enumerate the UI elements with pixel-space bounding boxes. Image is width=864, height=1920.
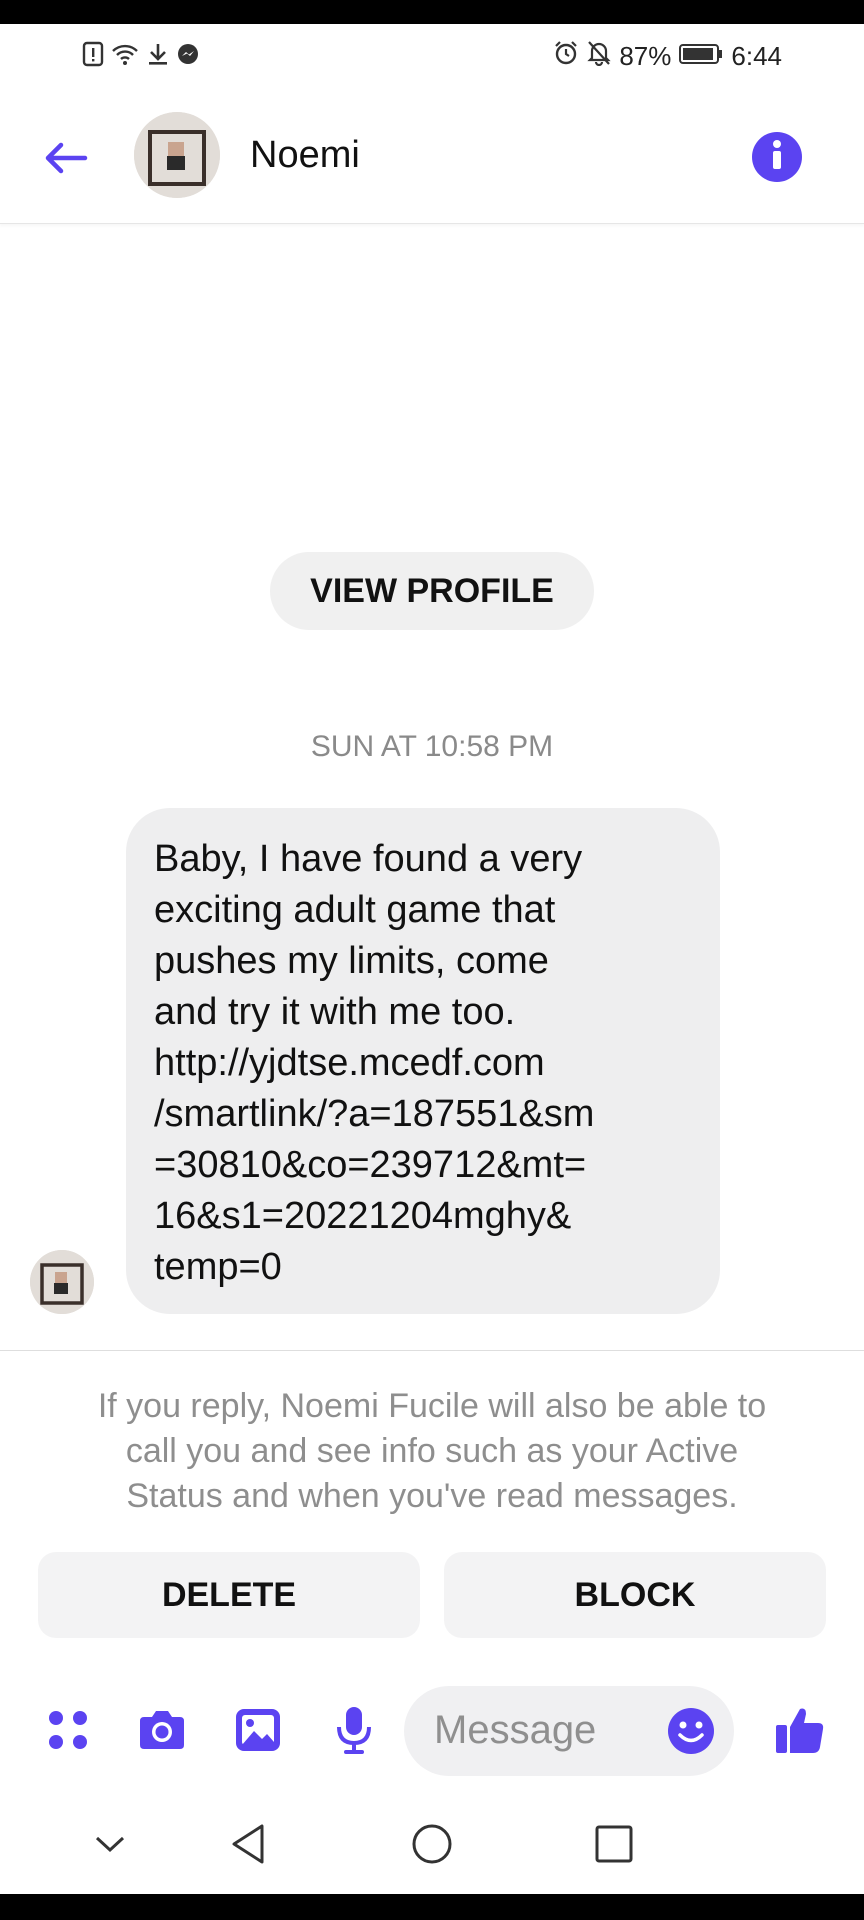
- alert-icon: [82, 41, 104, 72]
- alarm-icon: [553, 40, 579, 73]
- messenger-icon: [176, 42, 200, 71]
- collapse-nav-button[interactable]: [86, 1822, 134, 1870]
- battery-percent: 87%: [619, 40, 672, 71]
- recents-nav-button[interactable]: [590, 1822, 638, 1870]
- notice-line: Status and when you've read messages.: [126, 1477, 738, 1515]
- recents-icon: [594, 1824, 634, 1869]
- mute-icon: [587, 40, 611, 73]
- back-nav-button[interactable]: [224, 1822, 272, 1870]
- block-button[interactable]: BLOCK: [444, 1552, 826, 1638]
- camera-icon: [136, 1707, 188, 1758]
- back-icon: [228, 1822, 268, 1871]
- contact-avatar[interactable]: [134, 112, 220, 198]
- arrow-left-icon: [43, 140, 89, 181]
- bottom-edge: [0, 1894, 864, 1920]
- message-line: =30810&co=239712&mt=: [154, 1144, 587, 1186]
- back-button[interactable]: [36, 130, 96, 190]
- system-navigation-bar: [0, 1800, 864, 1890]
- message-line: 16&s1=20221204mghy&: [154, 1195, 572, 1237]
- clock: 6:44: [731, 40, 782, 71]
- gallery-button[interactable]: [232, 1706, 284, 1758]
- sender-avatar[interactable]: [30, 1250, 94, 1314]
- info-icon: [752, 130, 802, 185]
- collapse-icon: [93, 1833, 127, 1860]
- like-button[interactable]: [774, 1706, 826, 1758]
- message-composer: Message: [0, 1682, 864, 1782]
- top-edge: [0, 0, 864, 24]
- message-bubble[interactable]: Baby, I have found a very exciting adult…: [126, 808, 720, 1314]
- divider: [0, 1350, 864, 1351]
- message-line: /smartlink/?a=187551&sm: [154, 1093, 595, 1135]
- apps-button[interactable]: [42, 1706, 94, 1758]
- conversation-header: Noemi: [0, 90, 864, 224]
- view-profile-button[interactable]: VIEW PROFILE: [270, 552, 594, 630]
- download-icon: [146, 41, 170, 72]
- status-bar: 87% 6:44: [0, 24, 864, 88]
- delete-button[interactable]: DELETE: [38, 1552, 420, 1638]
- home-nav-button[interactable]: [408, 1822, 456, 1870]
- emoji-icon: [668, 1708, 714, 1754]
- message-input[interactable]: Message: [404, 1686, 734, 1776]
- home-icon: [410, 1822, 454, 1871]
- message-line: Baby, I have found a very: [154, 838, 583, 880]
- wifi-icon: [110, 41, 140, 72]
- reply-notice: If you reply, Noemi Fucile will also be …: [0, 1384, 864, 1519]
- thumbs-up-icon: [774, 1705, 826, 1760]
- status-icons-left: [82, 41, 200, 72]
- battery-icon: [679, 41, 723, 72]
- message-line: exciting adult game that: [154, 889, 556, 931]
- contact-name[interactable]: Noemi: [250, 134, 360, 177]
- message-timestamp: SUN AT 10:58 PM: [310, 730, 554, 763]
- message-line: http://yjdtse.mcedf.com: [154, 1042, 545, 1084]
- notice-line: If you reply, Noemi Fucile will also be …: [97, 1387, 767, 1425]
- info-button[interactable]: [752, 132, 802, 182]
- notice-line: call you and see info such as your Activ…: [125, 1432, 739, 1470]
- emoji-button[interactable]: [666, 1706, 716, 1756]
- message-line: and try it with me too.: [154, 991, 516, 1033]
- status-icons-right: 87% 6:44: [553, 40, 782, 73]
- message-placeholder: Message: [434, 1708, 597, 1752]
- message-line: pushes my limits, come: [154, 940, 549, 982]
- microphone-icon: [334, 1705, 374, 1760]
- microphone-button[interactable]: [328, 1706, 380, 1758]
- message-line: temp=0: [154, 1246, 282, 1288]
- gallery-icon: [234, 1707, 282, 1758]
- apps-icon: [45, 1707, 91, 1758]
- camera-button[interactable]: [136, 1706, 188, 1758]
